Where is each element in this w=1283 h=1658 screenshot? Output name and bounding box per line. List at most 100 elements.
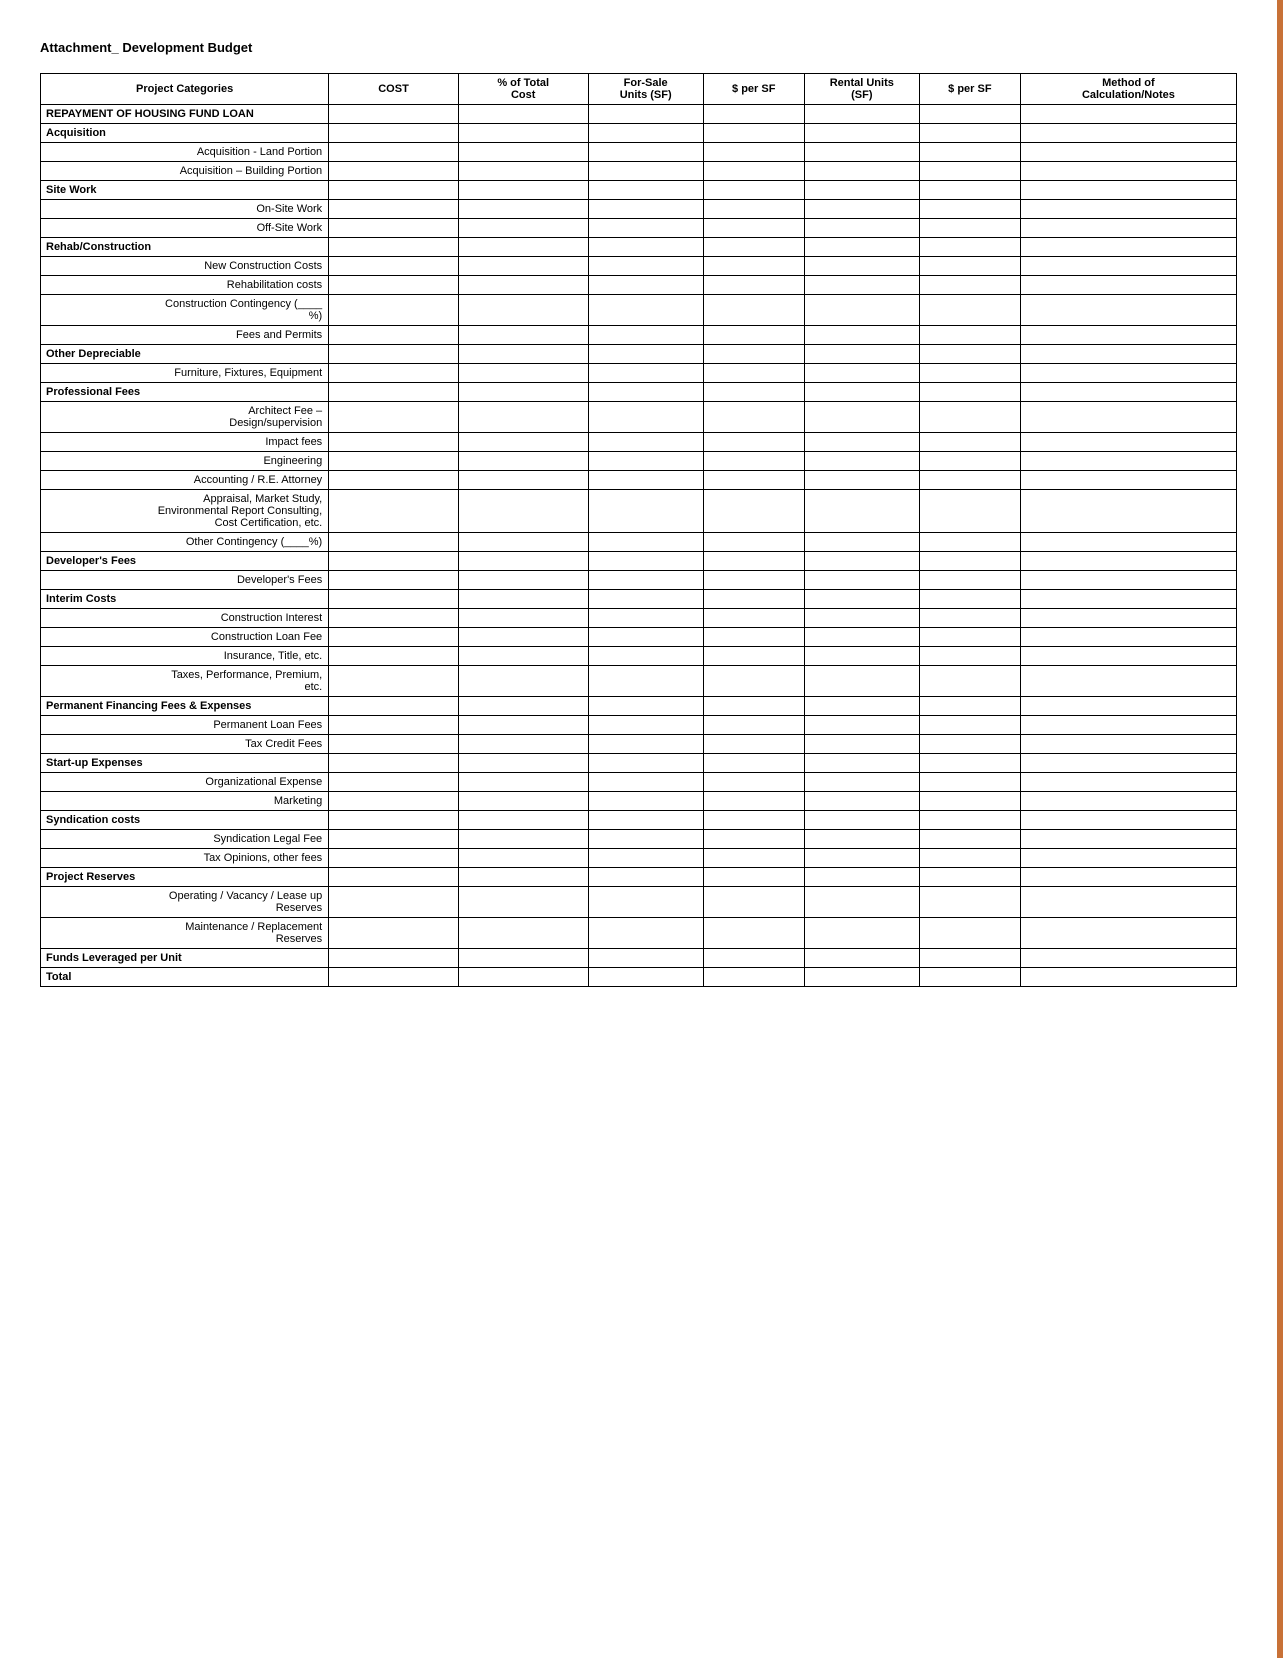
row-label: Permanent Financing Fees & Expenses (41, 697, 329, 716)
row-label: Other Depreciable (41, 345, 329, 364)
data-cell (919, 887, 1020, 918)
table-row: Developer's Fees (41, 571, 1237, 590)
data-cell (329, 849, 459, 868)
data-cell (329, 471, 459, 490)
row-label: Developer's Fees (41, 571, 329, 590)
data-cell (1020, 433, 1236, 452)
empty-cell (588, 124, 703, 143)
data-cell (588, 609, 703, 628)
table-row: Developer's Fees (41, 552, 1237, 571)
row-label: Acquisition - Land Portion (41, 143, 329, 162)
data-cell (919, 219, 1020, 238)
data-cell (804, 735, 919, 754)
row-label: Site Work (41, 181, 329, 200)
data-cell (919, 628, 1020, 647)
table-row: Organizational Expense (41, 773, 1237, 792)
table-row: Rehab/Construction (41, 238, 1237, 257)
data-cell (1020, 402, 1236, 433)
empty-cell (588, 868, 703, 887)
data-cell (329, 452, 459, 471)
data-cell (804, 452, 919, 471)
data-cell (703, 628, 804, 647)
table-row: Total (41, 968, 1237, 987)
data-cell (703, 162, 804, 181)
data-cell (703, 571, 804, 590)
data-cell (1020, 609, 1236, 628)
data-cell (804, 716, 919, 735)
empty-cell (703, 238, 804, 257)
data-cell (1020, 628, 1236, 647)
empty-cell (804, 754, 919, 773)
data-cell (329, 735, 459, 754)
empty-cell (1020, 238, 1236, 257)
data-cell (919, 735, 1020, 754)
data-cell (1020, 276, 1236, 295)
data-cell (703, 792, 804, 811)
empty-cell (458, 105, 588, 124)
table-row: Accounting / R.E. Attorney (41, 471, 1237, 490)
data-cell (703, 735, 804, 754)
data-cell (703, 716, 804, 735)
row-label: Maintenance / ReplacementReserves (41, 918, 329, 949)
empty-cell (588, 181, 703, 200)
empty-cell (703, 811, 804, 830)
empty-cell (919, 383, 1020, 402)
row-label: Acquisition – Building Portion (41, 162, 329, 181)
row-label: Professional Fees (41, 383, 329, 402)
table-row: Construction Contingency (____%) (41, 295, 1237, 326)
empty-cell (703, 552, 804, 571)
empty-cell (329, 868, 459, 887)
data-cell (703, 433, 804, 452)
data-cell (329, 402, 459, 433)
empty-cell (588, 968, 703, 987)
data-cell (1020, 647, 1236, 666)
data-cell (588, 295, 703, 326)
empty-cell (458, 968, 588, 987)
col-header-project: Project Categories (41, 74, 329, 105)
row-label: Architect Fee –Design/supervision (41, 402, 329, 433)
table-row: Insurance, Title, etc. (41, 647, 1237, 666)
data-cell (804, 433, 919, 452)
table-row: Professional Fees (41, 383, 1237, 402)
data-cell (804, 887, 919, 918)
data-cell (329, 628, 459, 647)
row-label: Accounting / R.E. Attorney (41, 471, 329, 490)
row-label: New Construction Costs (41, 257, 329, 276)
data-cell (1020, 143, 1236, 162)
empty-cell (1020, 105, 1236, 124)
row-label: Engineering (41, 452, 329, 471)
row-label: Construction Interest (41, 609, 329, 628)
empty-cell (458, 181, 588, 200)
row-label: Organizational Expense (41, 773, 329, 792)
empty-cell (919, 345, 1020, 364)
table-row: Tax Credit Fees (41, 735, 1237, 754)
data-cell (1020, 887, 1236, 918)
data-cell (588, 628, 703, 647)
data-cell (804, 849, 919, 868)
empty-cell (1020, 552, 1236, 571)
empty-cell (919, 868, 1020, 887)
empty-cell (703, 754, 804, 773)
data-cell (458, 276, 588, 295)
data-cell (588, 433, 703, 452)
data-cell (919, 257, 1020, 276)
data-cell (588, 887, 703, 918)
empty-cell (919, 238, 1020, 257)
col-header-cost: COST (329, 74, 459, 105)
row-label: Insurance, Title, etc. (41, 647, 329, 666)
data-cell (804, 609, 919, 628)
empty-cell (588, 345, 703, 364)
data-cell (329, 162, 459, 181)
data-cell (703, 143, 804, 162)
data-cell (458, 143, 588, 162)
empty-cell (1020, 181, 1236, 200)
col-header-persfrental: $ per SF (919, 74, 1020, 105)
empty-cell (804, 968, 919, 987)
data-cell (804, 471, 919, 490)
empty-cell (458, 124, 588, 143)
data-cell (703, 364, 804, 383)
data-cell (588, 326, 703, 345)
empty-cell (1020, 697, 1236, 716)
empty-cell (919, 754, 1020, 773)
empty-cell (1020, 754, 1236, 773)
